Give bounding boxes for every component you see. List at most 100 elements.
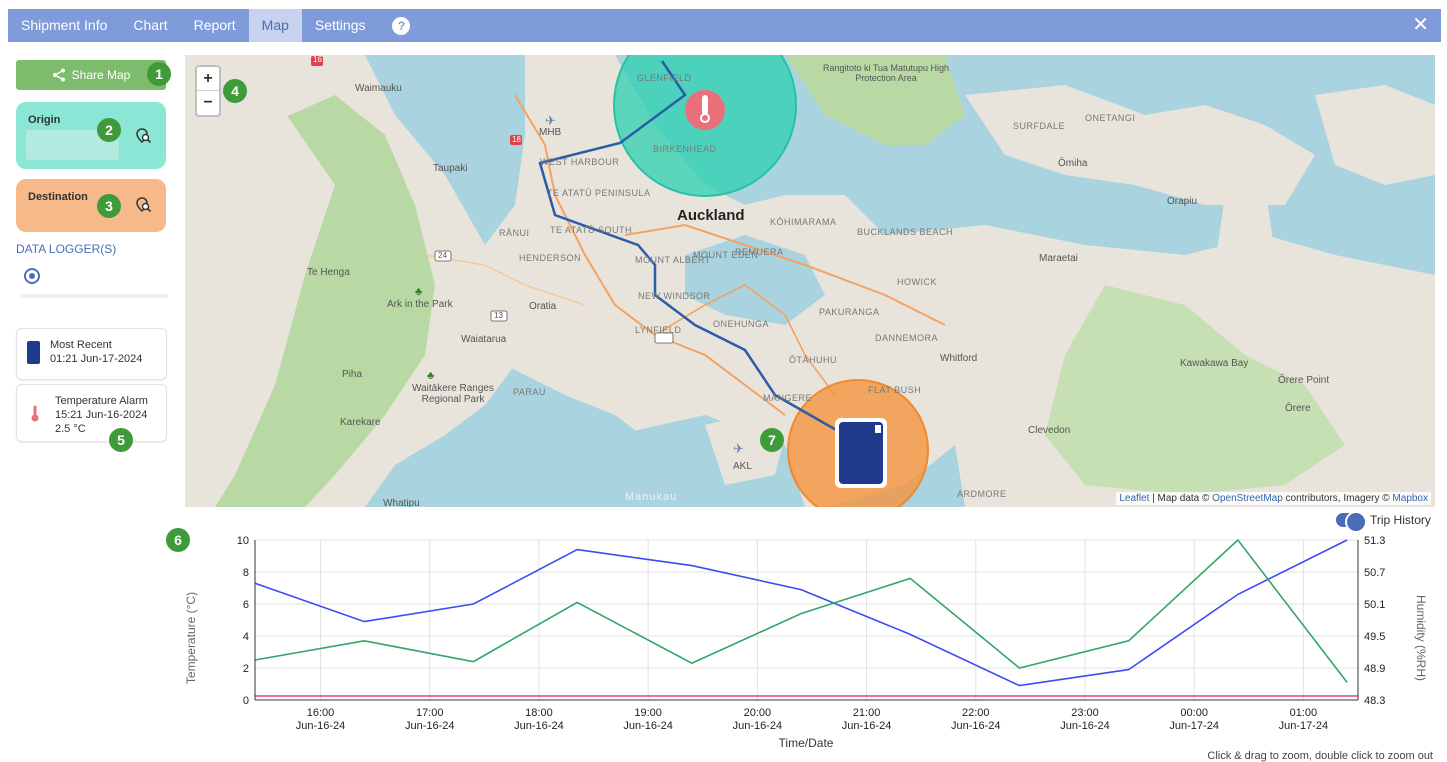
map-label: PAKURANGA	[819, 307, 880, 317]
map-label: KŌHIMARAMA	[770, 217, 837, 227]
close-icon[interactable]: ✕	[1412, 15, 1429, 35]
trip-chart[interactable]: 0 48.3 2 48.9 4 49.5 6 50.1 8 50.7 10 51.3 16:00 Jun-…	[180, 530, 1440, 762]
chart-svg[interactable]: 0 48.32 48.94 49.56 50.18 50.710 51.316:00Jun-…	[180, 530, 1440, 752]
map-label: SURFDALE	[1013, 121, 1066, 131]
map-label: TE ATATŪ SOUTH	[550, 225, 633, 235]
map-label: Orapiu	[1167, 196, 1198, 207]
share-map-button[interactable]: Share Map	[16, 60, 166, 90]
data-logger-radio[interactable]	[24, 268, 40, 284]
map[interactable]: ✈ ✈ ♣ ♣ Waimauku Taupaki WEST HARBOUR TE…	[185, 55, 1435, 507]
map-label: Ōmiha	[1058, 158, 1088, 169]
map-label: ONETANGI	[1085, 113, 1136, 123]
map-tiles: ✈ ✈ ♣ ♣	[185, 55, 1435, 507]
zoom-in-button[interactable]: +	[197, 67, 219, 91]
map-label: Taupaki	[433, 163, 468, 174]
origin-card[interactable]: Origin	[16, 102, 166, 169]
map-label: ŌTĀHUHU	[789, 355, 837, 365]
map-label: Waitākere Ranges Regional Park	[412, 383, 494, 405]
x-tick-time: 01:00	[1290, 707, 1318, 719]
tab-settings[interactable]: Settings	[302, 9, 379, 42]
y-tick-label: 8	[243, 567, 249, 579]
airport-icon: ✈	[545, 113, 556, 128]
mapbox-link[interactable]: Mapbox	[1392, 493, 1428, 504]
x-tick-time: 22:00	[962, 707, 990, 719]
event-value: 2.5 °C	[55, 423, 86, 435]
map-label: Maraetai	[1039, 253, 1078, 264]
temperature-alarm-marker[interactable]	[685, 90, 725, 130]
map-label: WEST HARBOUR	[540, 157, 620, 167]
map-label: Waiatarua	[461, 334, 507, 345]
series-line-1[interactable]	[254, 538, 1348, 683]
tab-shipment-info[interactable]: Shipment Info	[8, 9, 120, 42]
step-badge: 4	[223, 79, 247, 103]
event-time: 01:21 Jun-17-2024	[50, 353, 143, 365]
trip-history-switch[interactable]	[1336, 511, 1367, 533]
temperature-alarm-card[interactable]: Temperature Alarm 15:21 Jun-16-2024 2.5 …	[16, 384, 167, 442]
thermometer-icon	[31, 405, 39, 422]
leaflet-link[interactable]: Leaflet	[1119, 493, 1149, 504]
share-map-label: Share Map	[71, 68, 131, 82]
x-tick-date: Jun-16-24	[733, 720, 783, 732]
map-label: HOWICK	[897, 277, 937, 287]
origin-label: Origin	[28, 114, 61, 126]
event-time: 15:21 Jun-16-2024	[55, 409, 148, 421]
x-tick-date: Jun-16-24	[623, 720, 673, 732]
destination-card[interactable]: Destination	[16, 179, 166, 232]
road-shield: 18	[512, 135, 521, 144]
x-tick-date: Jun-17-24	[1279, 720, 1329, 732]
svg-text:♣: ♣	[427, 370, 434, 382]
logger-device-marker[interactable]	[835, 418, 887, 488]
y-tick-label: 10	[237, 535, 249, 547]
destination-label: Destination	[28, 191, 88, 203]
help-icon[interactable]: ?	[392, 16, 411, 35]
x-tick-date: Jun-16-24	[514, 720, 564, 732]
x-tick-date: Jun-16-24	[296, 720, 346, 732]
chart-lines	[254, 538, 1358, 697]
trip-history-toggle[interactable]: Trip History	[1336, 511, 1431, 533]
road-shield: 24	[438, 251, 447, 260]
most-recent-card[interactable]: Most Recent 01:21 Jun-17-2024	[16, 328, 167, 380]
map-label: Piha	[342, 369, 363, 380]
locate-destination-icon[interactable]	[136, 197, 152, 213]
y2-tick-label: 51.3	[1364, 535, 1385, 547]
x-tick-time: 18:00	[525, 707, 553, 719]
x-tick-date: Jun-16-24	[842, 720, 892, 732]
map-label: Oratia	[529, 301, 557, 312]
y-tick-label: 2	[243, 663, 249, 675]
map-attribution: Leaflet | Map data © OpenStreetMap contr…	[1116, 492, 1431, 505]
zoom-out-button[interactable]: −	[197, 91, 219, 115]
map-label: AKL	[733, 461, 752, 472]
y2-tick-label: 50.1	[1364, 599, 1385, 611]
map-label: BIRKENHEAD	[653, 144, 717, 154]
y2-tick-label: 48.9	[1364, 663, 1385, 675]
x-tick-time: 20:00	[744, 707, 772, 719]
map-label: TE ATATŪ PENINSULA	[547, 188, 651, 198]
road-shield: 13	[494, 311, 503, 320]
y-tick-label: 6	[243, 599, 249, 611]
tab-chart[interactable]: Chart	[120, 9, 180, 42]
map-label: NEW WINDSOR	[638, 291, 711, 301]
osm-link[interactable]: OpenStreetMap	[1212, 493, 1283, 504]
tab-map[interactable]: Map	[248, 9, 302, 42]
top-nav-bar: Shipment Info Chart Report Map Settings …	[8, 9, 1441, 42]
step-badge: 1	[147, 62, 171, 86]
logger-name-placeholder	[20, 294, 168, 298]
map-label: ARDMORE	[957, 489, 1007, 499]
y-axis-label: Temperature (°C)	[184, 592, 198, 684]
locate-origin-icon[interactable]	[136, 128, 152, 144]
y2-tick-label: 49.5	[1364, 631, 1385, 643]
map-label: Kawakawa Bay	[1180, 358, 1249, 369]
sidebar: Share Map Origin Destination DATA LOGGER…	[8, 52, 176, 452]
x-tick-time: 16:00	[307, 707, 335, 719]
map-label: LYNFIELD	[635, 325, 682, 335]
tab-report[interactable]: Report	[181, 9, 249, 42]
x-tick-date: Jun-16-24	[1060, 720, 1110, 732]
map-label: Ark in the Park	[387, 299, 453, 310]
airport-icon: ✈	[733, 441, 744, 456]
map-label: GLENFIELD	[637, 73, 692, 83]
map-label: FLAT BUSH	[868, 385, 922, 395]
y2-tick-label: 48.3	[1364, 695, 1385, 707]
map-label-auckland: Auckland	[677, 207, 745, 224]
map-label: Whatipu	[383, 498, 420, 507]
x-tick-time: 17:00	[416, 707, 444, 719]
